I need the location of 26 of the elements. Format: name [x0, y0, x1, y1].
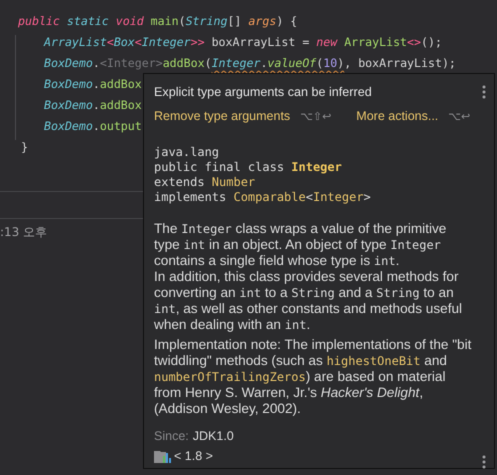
inspection-title: Explicit type arguments can be inferred: [154, 85, 373, 99]
doc-paragraph: In addition, this class provides several methods for converting an int to a String and a String to an int, as well as other constants and methods useful when dealing with an int.: [154, 269, 464, 333]
shortcut-hint: ⌥⇧↩: [300, 110, 332, 122]
signature-line: public final class Integer: [154, 160, 342, 175]
code-line: BoxDemo.output: [44, 119, 142, 135]
code-line: public static void main(String[] args) {: [18, 14, 298, 30]
code-line: ArrayList<Box<Integer>> boxArrayList = new ArrayList<>();: [44, 35, 442, 51]
doc-paragraph: Implementation note: The implementations of the "bit twiddling" methods (such as highestOneBit and numberOfTrailingZeros) are based on material from Henry S. Warren, Jr.'s Hacker's Delight, (Addison Wesley, 2002).: [154, 337, 472, 417]
library-version[interactable]: < 1.8 >: [174, 449, 213, 463]
more-options-icon[interactable]: [482, 85, 486, 99]
code-line: BoxDemo.<Integer>addBox(Integer.valueOf(10), boxArrayList);: [44, 56, 456, 72]
more-options-icon[interactable]: [482, 455, 486, 469]
log-time: :13 오후: [0, 224, 48, 241]
library-icon: [154, 449, 171, 463]
signature-line: implements Comparable<Integer>: [154, 190, 371, 205]
code-line: BoxDemo.addBox: [44, 98, 142, 114]
action-link[interactable]: More actions...: [356, 109, 438, 123]
code-line: BoxDemo.addBox: [44, 77, 142, 93]
code-line: }: [21, 140, 28, 156]
signature-line: extends Number: [154, 175, 256, 190]
since-value: JDK1.0: [192, 429, 234, 443]
doc-paragraph: The Integer class wraps a value of the primitive type int in an object. An object of type Integer contains a single field whose type is int.: [154, 221, 448, 269]
signature-line: java.lang: [154, 145, 220, 160]
since-label: Since:: [154, 429, 189, 443]
action-link[interactable]: Remove type arguments: [154, 109, 290, 123]
shortcut-hint: ⌥↩: [448, 110, 470, 122]
